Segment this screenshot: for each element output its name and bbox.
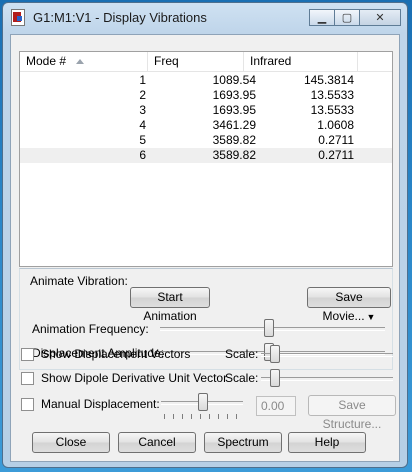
close-window-button[interactable]: ✕ [359,9,401,26]
start-animation-button[interactable]: Start Animation [130,287,210,323]
dipole-scale-slider[interactable] [261,377,393,381]
displacement-scale-thumb[interactable] [270,345,280,363]
column-header-freq[interactable]: Freq [148,52,244,71]
help-button[interactable]: Help [288,432,366,453]
table-row[interactable]: 5 3589.82 0.2711 [20,133,392,148]
close-button[interactable]: Close [32,432,110,453]
table-row[interactable]: 6 3589.82 0.2711 [20,148,392,163]
animate-vibration-label: Animate Vibration: [30,274,128,288]
window-title: G1:M1:V1 - Display Vibrations [33,10,207,25]
animation-frequency-thumb[interactable] [264,319,274,337]
displacement-scale-label: Scale: [225,347,259,361]
displacement-scale-slider[interactable] [261,353,393,357]
manual-displacement-value[interactable]: 0.00 [256,396,296,416]
show-dipole-label: Show Dipole Derivative Unit Vector [41,371,228,385]
dropdown-arrow-icon: ▼ [366,312,376,322]
save-movie-button[interactable]: Save Movie... ▼ [307,287,391,323]
dialog-window: G1:M1:V1 - Display Vibrations ▁ ▢ ✕ Mode… [2,2,408,468]
manual-displacement-label: Manual Displacement: [41,397,160,411]
vibration-modes-list[interactable]: Mode # Freq Infrared 1 1089.54 145.3814 … [19,51,393,267]
dialog-body: Mode # Freq Infrared 1 1089.54 145.3814 … [10,34,400,462]
title-bar[interactable]: G1:M1:V1 - Display Vibrations ▁ ▢ ✕ [3,3,407,33]
column-header-mode[interactable]: Mode # [20,52,148,71]
animation-frequency-label: Animation Frequency: [32,322,149,336]
maximize-button[interactable]: ▢ [334,9,360,26]
column-header-infrared[interactable]: Infrared [244,52,358,71]
manual-displacement-checkbox[interactable] [21,398,34,411]
sort-ascending-icon [76,59,84,64]
show-displacement-label: Show Displacement Vectors [41,347,191,361]
cancel-button[interactable]: Cancel [118,432,196,453]
list-header: Mode # Freq Infrared [20,52,392,72]
table-row[interactable]: 1 1089.54 145.3814 [20,73,392,88]
minimize-button[interactable]: ▁ [309,9,335,26]
show-dipole-checkbox[interactable] [21,372,34,385]
app-icon [11,9,25,26]
save-structure-button[interactable]: Save Structure... [308,395,396,431]
table-row[interactable]: 4 3461.29 1.0608 [20,118,392,133]
table-row[interactable]: 2 1693.95 13.5533 [20,88,392,103]
show-displacement-checkbox[interactable] [21,348,34,361]
close-icon: ✕ [375,12,385,24]
minimize-icon: ▁ [317,12,327,24]
maximize-icon: ▢ [341,12,353,24]
slider-ticks [164,414,240,419]
spectrum-button[interactable]: Spectrum [204,432,282,453]
table-row[interactable]: 3 1693.95 13.5533 [20,103,392,118]
dipole-scale-thumb[interactable] [270,369,280,387]
dipole-scale-label: Scale: [225,371,259,385]
manual-displacement-thumb[interactable] [198,393,208,411]
